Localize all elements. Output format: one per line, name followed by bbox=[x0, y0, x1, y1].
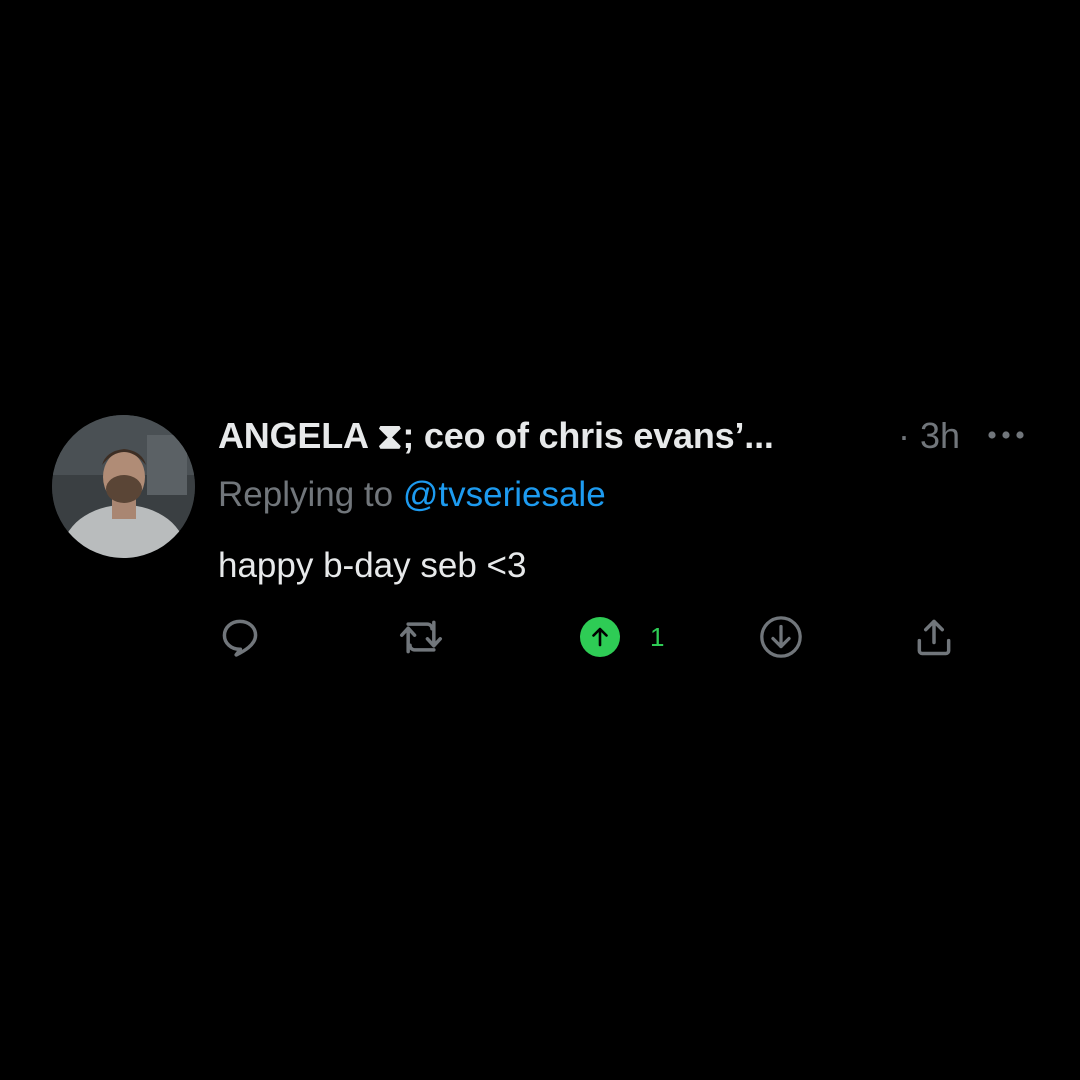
replying-prefix: Replying to bbox=[218, 475, 394, 514]
display-name[interactable]: ANGELA ⧗; ceo of chris evans’... bbox=[218, 415, 774, 457]
tweet[interactable]: ANGELA ⧗; ceo of chris evans’... · 3h Re… bbox=[52, 415, 1042, 665]
replying-handle-link[interactable]: @tvseriesale bbox=[403, 475, 606, 514]
tweet-text: happy b-day seb <3 bbox=[218, 546, 527, 585]
reply-button[interactable] bbox=[218, 615, 262, 659]
retweet-button[interactable] bbox=[396, 615, 446, 659]
reply-icon bbox=[222, 619, 258, 657]
downvote-arrow-icon bbox=[760, 616, 802, 658]
upvote-button[interactable]: 1 bbox=[580, 615, 664, 659]
avatar[interactable] bbox=[52, 415, 195, 558]
upvote-arrow-icon bbox=[580, 617, 620, 657]
timestamp[interactable]: · 3h bbox=[898, 415, 960, 457]
tweet-header: ANGELA ⧗; ceo of chris evans’... · 3h bbox=[218, 415, 1038, 460]
tweet-actions: 1 bbox=[218, 615, 1038, 660]
share-icon bbox=[917, 619, 951, 656]
replying-to: Replying to @tvseriesale bbox=[218, 474, 606, 516]
retweet-icon bbox=[400, 620, 442, 654]
upvote-count: 1 bbox=[650, 622, 665, 652]
downvote-button[interactable] bbox=[758, 615, 804, 659]
share-button[interactable] bbox=[912, 615, 956, 659]
more-dots-icon[interactable] bbox=[986, 423, 1026, 447]
